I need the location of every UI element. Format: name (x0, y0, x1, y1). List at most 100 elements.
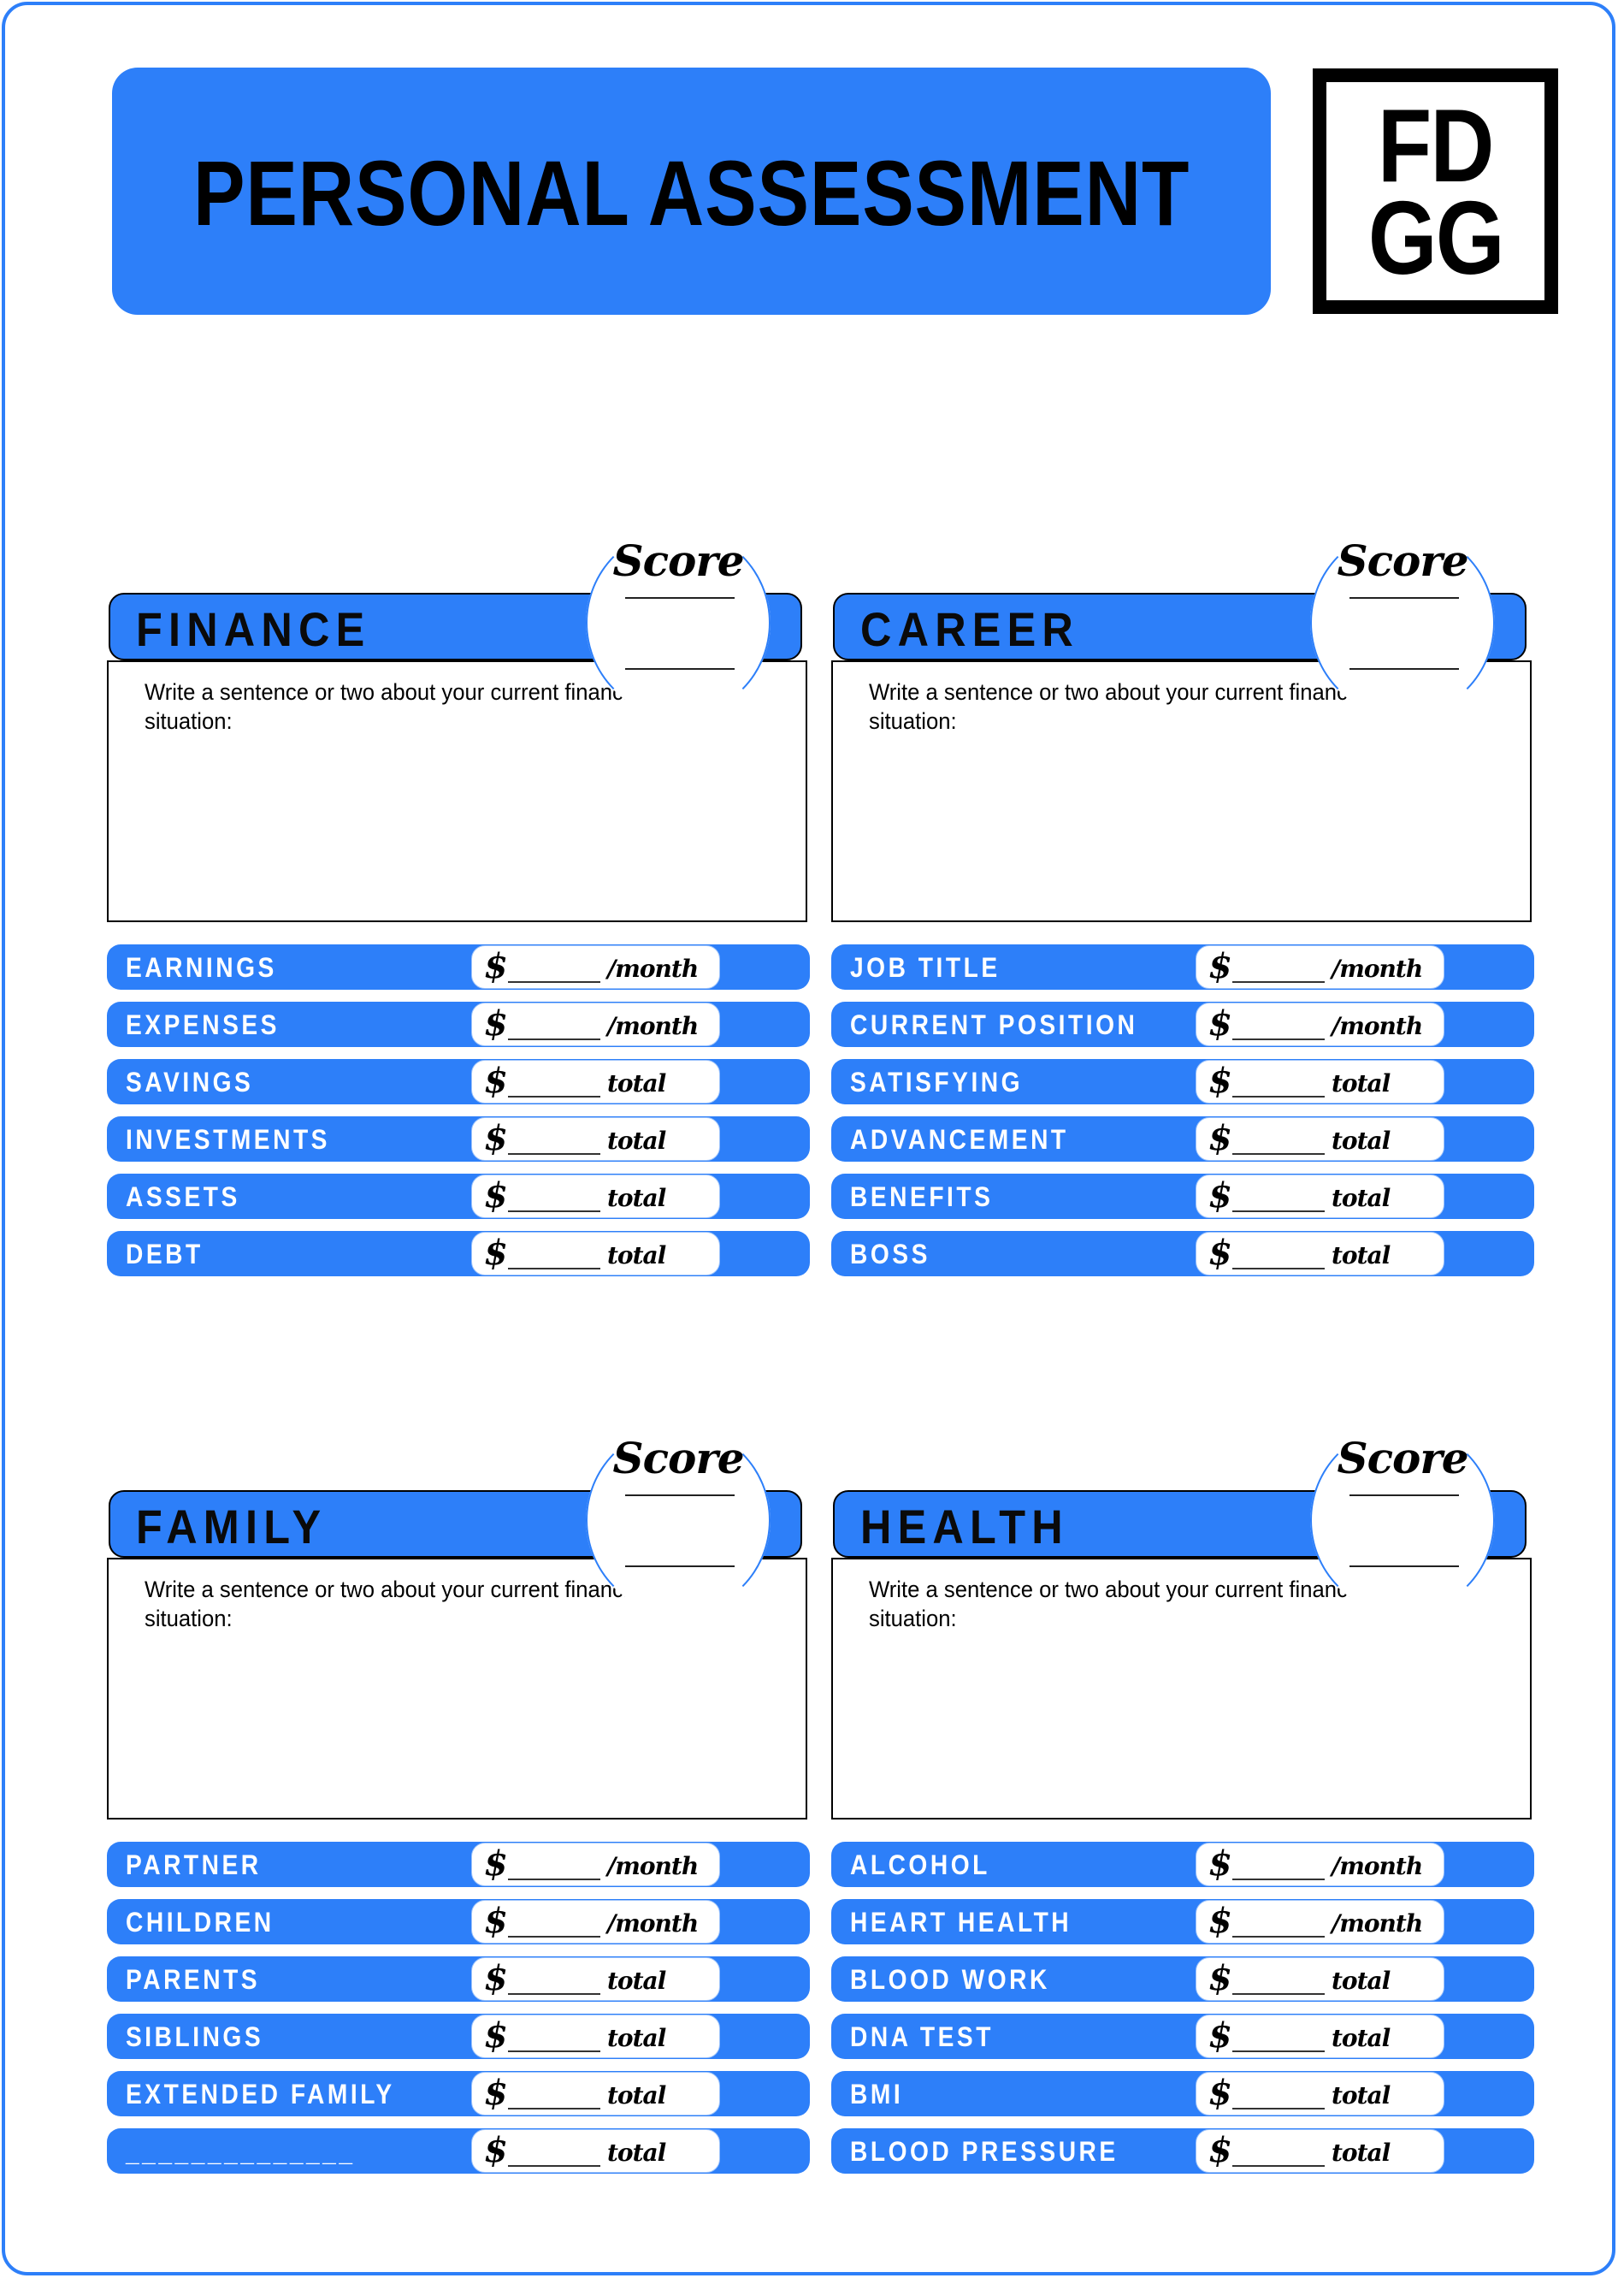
amount-field[interactable]: $ total (471, 2129, 720, 2173)
amount-field[interactable]: $ total (1196, 1957, 1444, 2001)
finance-rows: EARNINGS $ /month EXPENSES $ /month SAVI… (107, 944, 810, 1288)
amount-field[interactable]: $ total (471, 2015, 720, 2058)
row-label: EARNINGS (126, 952, 277, 983)
amount-blank-line[interactable] (1232, 2165, 1325, 2167)
amount-blank-line[interactable] (508, 1993, 600, 1995)
score-entry-line[interactable] (625, 668, 735, 670)
amount-field[interactable]: $ total (471, 1175, 720, 1218)
amount-blank-line[interactable] (1232, 1038, 1325, 1040)
amount-blank-line[interactable] (1232, 1268, 1325, 1269)
dollar-sign-icon: $ (484, 2073, 508, 2113)
amount-unit: total (607, 2024, 666, 2052)
amount-field[interactable]: $ total (1196, 2129, 1444, 2173)
amount-field[interactable]: $ /month (471, 1843, 720, 1886)
score-entry-line[interactable] (1349, 668, 1459, 670)
amount-unit: total (607, 2081, 666, 2109)
amount-field[interactable]: $ /month (1196, 1003, 1444, 1046)
amount-field[interactable]: $ total (471, 1232, 720, 1275)
amount-blank-line[interactable] (1232, 1210, 1325, 1212)
amount-unit: total (1332, 1967, 1391, 1995)
amount-blank-line[interactable] (1232, 1153, 1325, 1155)
row-label: ALCOHOL (850, 1849, 990, 1880)
amount-field[interactable]: $ total (471, 1117, 720, 1161)
amount-field[interactable]: $ /month (1196, 1843, 1444, 1886)
score-entry-line[interactable] (1349, 1565, 1459, 1567)
amount-blank-line[interactable] (1232, 1879, 1325, 1880)
score-entry-line[interactable] (625, 1565, 735, 1567)
finance-row: INVESTMENTS $ total (107, 1116, 810, 1162)
amount-blank-line[interactable] (1232, 1936, 1325, 1938)
amount-blank-line[interactable] (508, 2050, 600, 2052)
amount-field[interactable]: $ /month (471, 945, 720, 989)
health-row: BLOOD PRESSURE $ total (831, 2128, 1534, 2174)
finance-row: DEBT $ total (107, 1231, 810, 1276)
health-row: DNA TEST $ total (831, 2014, 1534, 2059)
amount-field[interactable]: $ total (471, 1060, 720, 1104)
amount-field[interactable]: $ total (1196, 1232, 1444, 1275)
score-label: Score (1337, 1433, 1468, 1483)
score-label: Score (1337, 535, 1468, 586)
family-row: EXTENDED FAMILY $ total (107, 2071, 810, 2116)
dollar-sign-icon: $ (484, 1118, 508, 1158)
dollar-sign-icon: $ (484, 2015, 508, 2056)
amount-field[interactable]: $ total (471, 2072, 720, 2115)
amount-blank-line[interactable] (508, 1096, 600, 1098)
amount-blank-line[interactable] (1232, 2050, 1325, 2052)
amount-unit: total (607, 2139, 666, 2167)
career-row: CURRENT POSITION $ /month (831, 1002, 1534, 1047)
logo-line-2: GG (1367, 179, 1505, 296)
career-row: ADVANCEMENT $ total (831, 1116, 1534, 1162)
amount-blank-line[interactable] (508, 1153, 600, 1155)
dollar-sign-icon: $ (484, 1901, 508, 1941)
family-rows: PARTNER $ /month CHILDREN $ /month PAREN… (107, 1842, 810, 2186)
row-label: CURRENT POSITION (850, 1009, 1138, 1040)
family-row: PARTNER $ /month (107, 1842, 810, 1887)
row-label: EXTENDED FAMILY (126, 2079, 395, 2109)
row-label: SIBLINGS (126, 2021, 264, 2052)
amount-field[interactable]: $ total (1196, 1060, 1444, 1104)
score-badge: Score (586, 529, 771, 717)
row-label: SAVINGS (126, 1067, 254, 1098)
amount-field[interactable]: $ total (471, 1957, 720, 2001)
amount-field[interactable]: $ total (1196, 1175, 1444, 1218)
section-title: FAMILY (136, 1500, 328, 1553)
row-label: INVESTMENTS (126, 1124, 330, 1155)
amount-field[interactable]: $ /month (1196, 945, 1444, 989)
amount-blank-line[interactable] (508, 1210, 600, 1212)
amount-blank-line[interactable] (508, 1038, 600, 1040)
amount-blank-line[interactable] (508, 1879, 600, 1880)
dollar-sign-icon: $ (1208, 946, 1232, 986)
amount-field[interactable]: $ total (1196, 2015, 1444, 2058)
amount-field[interactable]: $ /month (1196, 1900, 1444, 1944)
amount-unit: /month (1332, 1012, 1423, 1040)
title-banner: PERSONAL ASSESSMENT (112, 68, 1271, 315)
dollar-sign-icon: $ (484, 1233, 508, 1273)
amount-unit: total (607, 1184, 666, 1212)
dollar-sign-icon: $ (1208, 1958, 1232, 1998)
amount-blank-line[interactable] (508, 981, 600, 983)
health-row: HEART HEALTH $ /month (831, 1899, 1534, 1944)
amount-field[interactable]: $ total (1196, 1117, 1444, 1161)
dollar-sign-icon: $ (1208, 1843, 1232, 1884)
dollar-sign-icon: $ (484, 1061, 508, 1101)
amount-field[interactable]: $ total (1196, 2072, 1444, 2115)
dollar-sign-icon: $ (1208, 1061, 1232, 1101)
row-label: BMI (850, 2079, 904, 2109)
family-row: SIBLINGS $ total (107, 2014, 810, 2059)
amount-blank-line[interactable] (1232, 2108, 1325, 2109)
section-title: HEALTH (860, 1500, 1069, 1553)
amount-blank-line[interactable] (1232, 1096, 1325, 1098)
amount-blank-line[interactable] (1232, 1993, 1325, 1995)
amount-blank-line[interactable] (508, 2165, 600, 2167)
amount-blank-line[interactable] (508, 1936, 600, 1938)
amount-blank-line[interactable] (1232, 981, 1325, 983)
amount-blank-line[interactable] (508, 1268, 600, 1269)
career-row: JOB TITLE $ /month (831, 944, 1534, 990)
amount-blank-line[interactable] (508, 2108, 600, 2109)
amount-unit: total (607, 1127, 666, 1155)
amount-field[interactable]: $ /month (471, 1003, 720, 1046)
career-row: BENEFITS $ total (831, 1174, 1534, 1219)
amount-field[interactable]: $ /month (471, 1900, 720, 1944)
health-rows: ALCOHOL $ /month HEART HEALTH $ /month B… (831, 1842, 1534, 2186)
score-badge: Score (1310, 529, 1495, 717)
